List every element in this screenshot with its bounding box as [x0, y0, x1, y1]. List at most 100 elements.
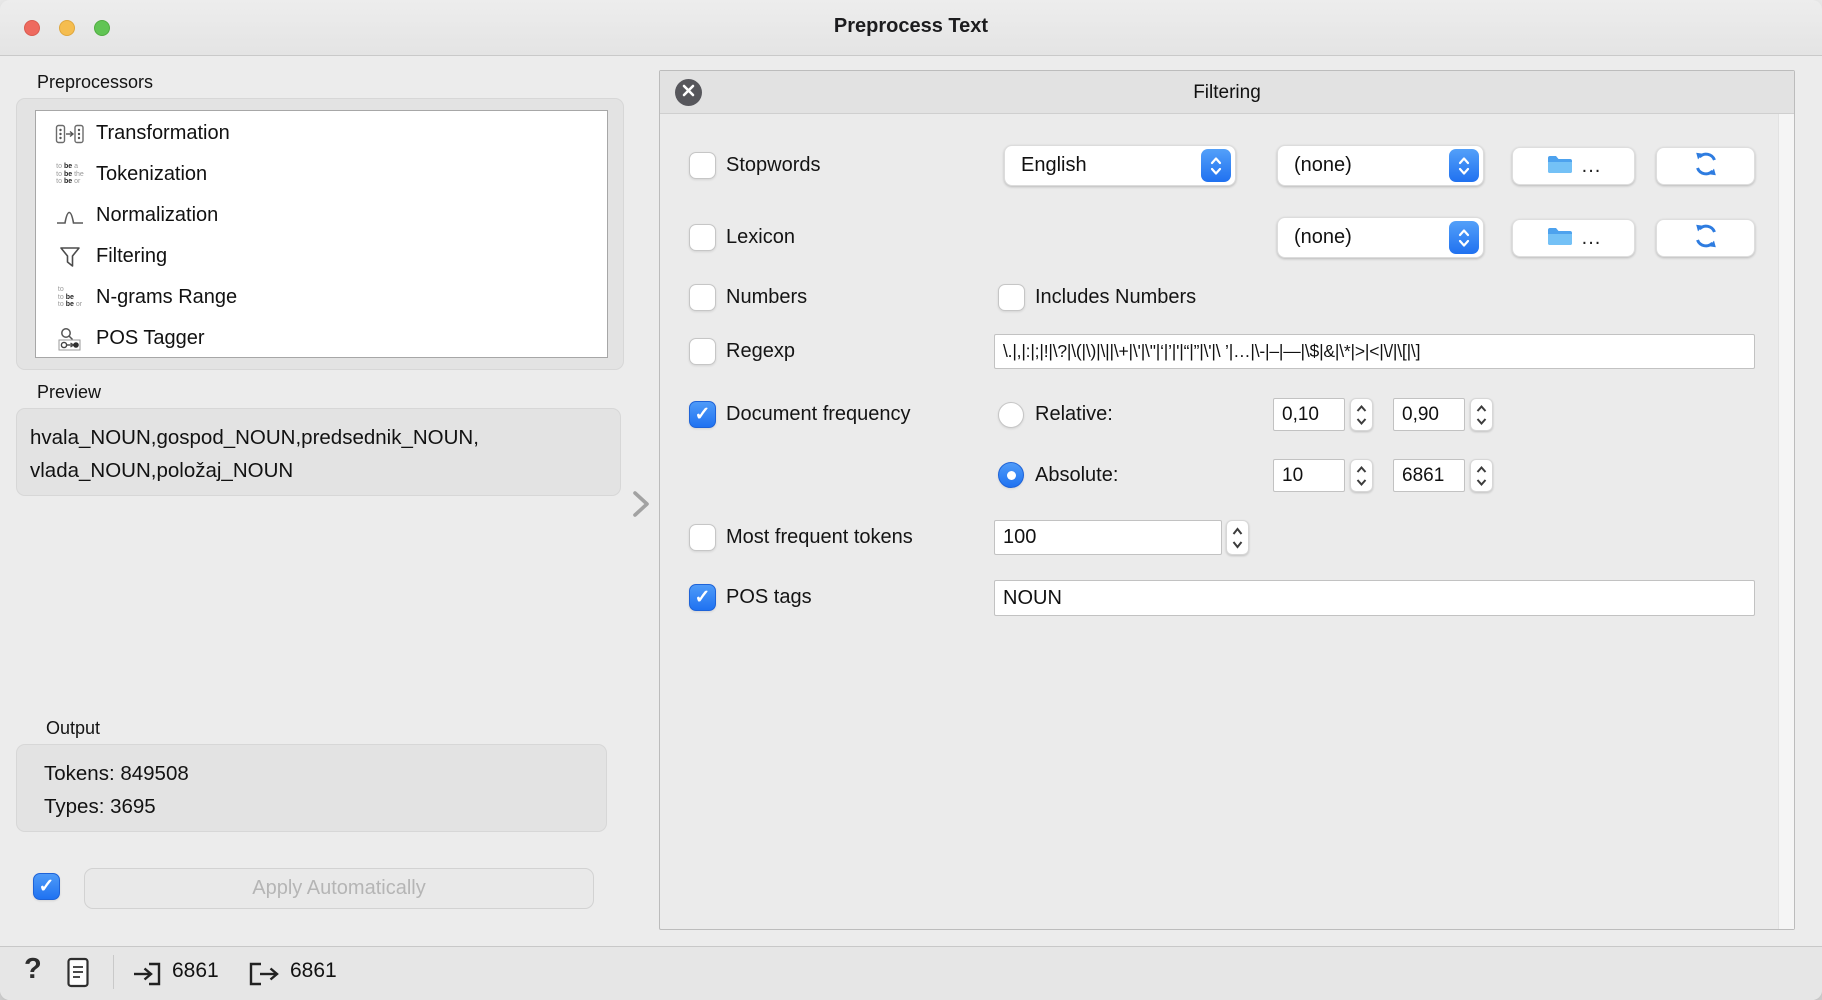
statusbar-divider [113, 955, 114, 989]
relative-max-stepper[interactable] [1470, 398, 1493, 431]
list-item-label: Tokenization [96, 163, 207, 186]
filtering-panel-title: Filtering [660, 71, 1794, 114]
pos-tags-input[interactable] [994, 580, 1755, 616]
chevron-up-down-icon [1449, 149, 1479, 182]
chevron-up-down-icon [1449, 221, 1479, 254]
ngrams-range-icon: toto beto be or [50, 286, 90, 309]
relative-min-input[interactable] [1273, 398, 1345, 431]
preprocessors-list: Transformation to be ato be theto be or … [35, 110, 608, 358]
stopwords-reload-button[interactable] [1656, 147, 1755, 185]
vertical-scrollbar[interactable] [1778, 114, 1794, 929]
output-count: 6861 [290, 959, 337, 983]
input-count: 6861 [172, 959, 219, 983]
relative-radio[interactable] [998, 402, 1024, 428]
stopwords-file-select[interactable]: (none) [1277, 145, 1484, 186]
folder-icon [1546, 153, 1574, 180]
most-frequent-tokens-input[interactable] [994, 520, 1222, 555]
title-bar: Preprocess Text [0, 0, 1822, 56]
chevron-right-icon [630, 506, 652, 523]
stopwords-file-value: (none) [1278, 154, 1449, 177]
list-item-tokenization[interactable]: to be ato be theto be or Tokenization [36, 154, 607, 195]
list-item-label: Transformation [96, 122, 230, 145]
list-item-ngrams-range[interactable]: toto beto be or N-grams Range [36, 277, 607, 318]
document-frequency-label: Document frequency [726, 403, 911, 426]
chevron-up-down-icon [1201, 149, 1231, 182]
stopwords-language-value: English [1005, 154, 1201, 177]
absolute-max-input[interactable] [1393, 459, 1465, 492]
output-tokens: Tokens: 849508 [44, 757, 606, 790]
reload-icon [1692, 222, 1720, 255]
input-summary[interactable] [131, 960, 163, 993]
filtering-editor-panel: Filtering Stopwords English (none) ... [659, 70, 1795, 930]
output-types: Types: 3695 [44, 790, 606, 823]
stopwords-language-select[interactable]: English [1004, 145, 1236, 186]
pos-tagger-icon [50, 326, 90, 352]
filtering-icon [50, 245, 90, 269]
numbers-label: Numbers [726, 286, 807, 309]
lexicon-label: Lexicon [726, 226, 795, 249]
regexp-label: Regexp [726, 340, 795, 363]
output-arrow-icon [248, 975, 280, 992]
lexicon-reload-button[interactable] [1656, 219, 1755, 257]
apply-automatically-checkbox[interactable] [33, 873, 60, 900]
relative-max-input[interactable] [1393, 398, 1465, 431]
output-summary[interactable] [248, 960, 280, 993]
numbers-checkbox[interactable] [689, 284, 716, 311]
most-frequent-tokens-label: Most frequent tokens [726, 526, 913, 549]
report-button[interactable] [66, 957, 91, 994]
normalization-icon [50, 205, 90, 227]
filtering-panel-header: Filtering [660, 71, 1794, 114]
tokenization-icon: to be ato be theto be or [50, 163, 90, 186]
list-item-transformation[interactable]: Transformation [36, 113, 607, 154]
output-label: Output [46, 718, 100, 739]
most-frequent-tokens-stepper[interactable] [1226, 520, 1249, 555]
list-item-pos-tagger[interactable]: POS Tagger [36, 318, 607, 359]
includes-numbers-label: Includes Numbers [1035, 286, 1196, 309]
regexp-pattern-input[interactable] [994, 334, 1755, 369]
absolute-min-input[interactable] [1273, 459, 1345, 492]
absolute-radio[interactable] [998, 462, 1024, 488]
preview-line: vlada_NOUN,položaj_NOUN [30, 454, 620, 487]
document-frequency-checkbox[interactable] [689, 401, 716, 428]
window-title: Preprocess Text [0, 15, 1822, 38]
reload-icon [1692, 150, 1720, 183]
relative-min-stepper[interactable] [1350, 398, 1373, 431]
transformation-icon [50, 123, 90, 145]
pos-tags-checkbox[interactable] [689, 584, 716, 611]
list-item-label: Filtering [96, 245, 167, 268]
stopwords-checkbox[interactable] [689, 152, 716, 179]
lexicon-file-value: (none) [1278, 226, 1449, 249]
help-icon[interactable]: ? [24, 953, 42, 986]
stopwords-label: Stopwords [726, 154, 821, 177]
input-arrow-icon [131, 975, 163, 992]
preview-box: hvala_NOUN,gospod_NOUN,predsednik_NOUN, … [16, 408, 621, 496]
pos-tags-label: POS tags [726, 586, 812, 609]
absolute-label: Absolute: [1035, 464, 1118, 487]
list-item-normalization[interactable]: Normalization [36, 195, 607, 236]
list-item-label: Normalization [96, 204, 218, 227]
list-item-label: POS Tagger [96, 327, 205, 350]
absolute-max-stepper[interactable] [1470, 459, 1493, 492]
preview-label: Preview [37, 382, 101, 403]
absolute-min-stepper[interactable] [1350, 459, 1373, 492]
list-item-label: N-grams Range [96, 286, 237, 309]
lexicon-browse-label: ... [1582, 227, 1602, 250]
regexp-checkbox[interactable] [689, 338, 716, 365]
folder-icon [1546, 225, 1574, 252]
stopwords-browse-label: ... [1582, 155, 1602, 178]
apply-automatically-button[interactable]: Apply Automatically [84, 868, 594, 909]
list-item-filtering[interactable]: Filtering [36, 236, 607, 277]
stopwords-browse-button[interactable]: ... [1512, 147, 1635, 185]
most-frequent-tokens-checkbox[interactable] [689, 524, 716, 551]
output-box: Tokens: 849508 Types: 3695 [16, 744, 607, 832]
status-bar: ? 6861 6861 [0, 946, 1822, 1000]
lexicon-file-select[interactable]: (none) [1277, 217, 1484, 258]
preprocessors-label: Preprocessors [37, 72, 153, 93]
lexicon-browse-button[interactable]: ... [1512, 219, 1635, 257]
preprocess-text-window: Preprocess Text Preprocessors Transforma… [0, 0, 1822, 1000]
preview-line: hvala_NOUN,gospod_NOUN,predsednik_NOUN, [30, 421, 620, 454]
document-icon [66, 976, 91, 993]
includes-numbers-checkbox[interactable] [998, 284, 1025, 311]
lexicon-checkbox[interactable] [689, 224, 716, 251]
splitter-handle[interactable] [630, 489, 652, 524]
